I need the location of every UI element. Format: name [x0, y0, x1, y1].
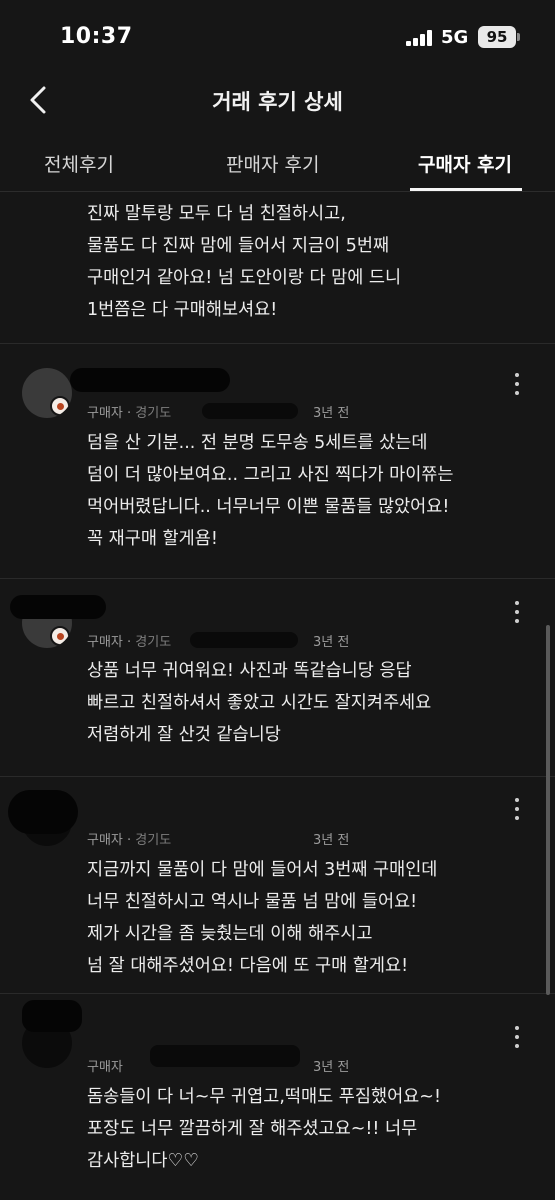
battery-icon: 95: [478, 26, 520, 48]
review-meta: 구매자 · 경기도 3년 전: [87, 631, 349, 650]
redacted-location: [190, 632, 298, 648]
review-text: 지금까지 물품이 다 맘에 들어서 3번째 구매인데 너무 친절하시고 역시나 …: [87, 860, 438, 976]
more-options-icon[interactable]: [510, 796, 524, 822]
review-date: 3년 전: [313, 1060, 350, 1075]
review-text: 상품 너무 귀여워요! 사진과 똑같습니당 응답 빠르고 친절하셔서 좋았고 시…: [87, 661, 432, 745]
status-bar: 10:37 5G 95: [0, 0, 555, 72]
redacted-username: [8, 790, 78, 834]
reviewer-role: 구매자: [87, 635, 123, 650]
reviewer-role: 구매자: [87, 406, 123, 421]
review-date: 3년 전: [313, 635, 350, 650]
temperature-badge-icon: [50, 396, 70, 416]
reviewer-role: 구매자: [87, 1060, 123, 1075]
reviewer-location: 경기도: [135, 635, 172, 650]
tab-all-reviews[interactable]: 전체후기: [44, 150, 114, 177]
review-date: 3년 전: [313, 833, 350, 848]
more-options-icon[interactable]: [510, 599, 524, 625]
status-time: 10:37: [60, 24, 133, 49]
reviewer-location: 경기도: [135, 833, 172, 848]
divider: [0, 578, 555, 579]
battery-level: 95: [486, 28, 508, 46]
temperature-badge-icon: [50, 626, 70, 646]
scrollbar[interactable]: [546, 625, 550, 995]
redacted-username: [70, 368, 230, 392]
review-date: 3년 전: [313, 406, 350, 421]
more-options-icon[interactable]: [510, 1024, 524, 1050]
review-text: 덤을 산 기분... 전 분명 도무송 5세트를 샀는데 덤이 더 많아보여요.…: [87, 433, 454, 549]
review-text: 진짜 말투랑 모두 다 넘 친절하시고, 물품도 다 진짜 맘에 들어서 지금이…: [87, 204, 402, 320]
page-title: 거래 후기 상세: [212, 90, 343, 114]
avatar[interactable]: [22, 368, 72, 418]
redacted-username: [10, 595, 106, 619]
top-app-bar: 거래 후기 상세: [0, 72, 555, 128]
tab-buyer-reviews[interactable]: 구매자 후기: [418, 150, 512, 177]
more-options-icon[interactable]: [510, 371, 524, 397]
review-meta: 구매자 · 경기도 3년 전: [87, 402, 349, 421]
redacted-location: [150, 1045, 300, 1067]
reviewer-location: 경기도: [135, 406, 172, 421]
reviewer-role: 구매자: [87, 833, 123, 848]
review-text: 돔송들이 다 너~무 귀엽고,떡매도 푸짐했어요~! 포장도 너무 깔끔하게 잘…: [87, 1087, 441, 1171]
active-tab-indicator: [410, 188, 522, 191]
review-meta: 구매자 · 경기도 3년 전: [87, 829, 349, 848]
divider: [0, 993, 555, 994]
redacted-username: [22, 1000, 82, 1032]
cellular-signal-icon: [406, 30, 434, 46]
divider: [0, 776, 555, 777]
tab-seller-reviews[interactable]: 판매자 후기: [226, 150, 319, 177]
redacted-location: [202, 403, 298, 419]
review-meta: 구매자 3년 전: [87, 1056, 349, 1075]
divider: [0, 343, 555, 344]
review-tabs: 전체후기 판매자 후기 구매자 후기: [0, 134, 555, 192]
network-type: 5G: [441, 27, 469, 48]
